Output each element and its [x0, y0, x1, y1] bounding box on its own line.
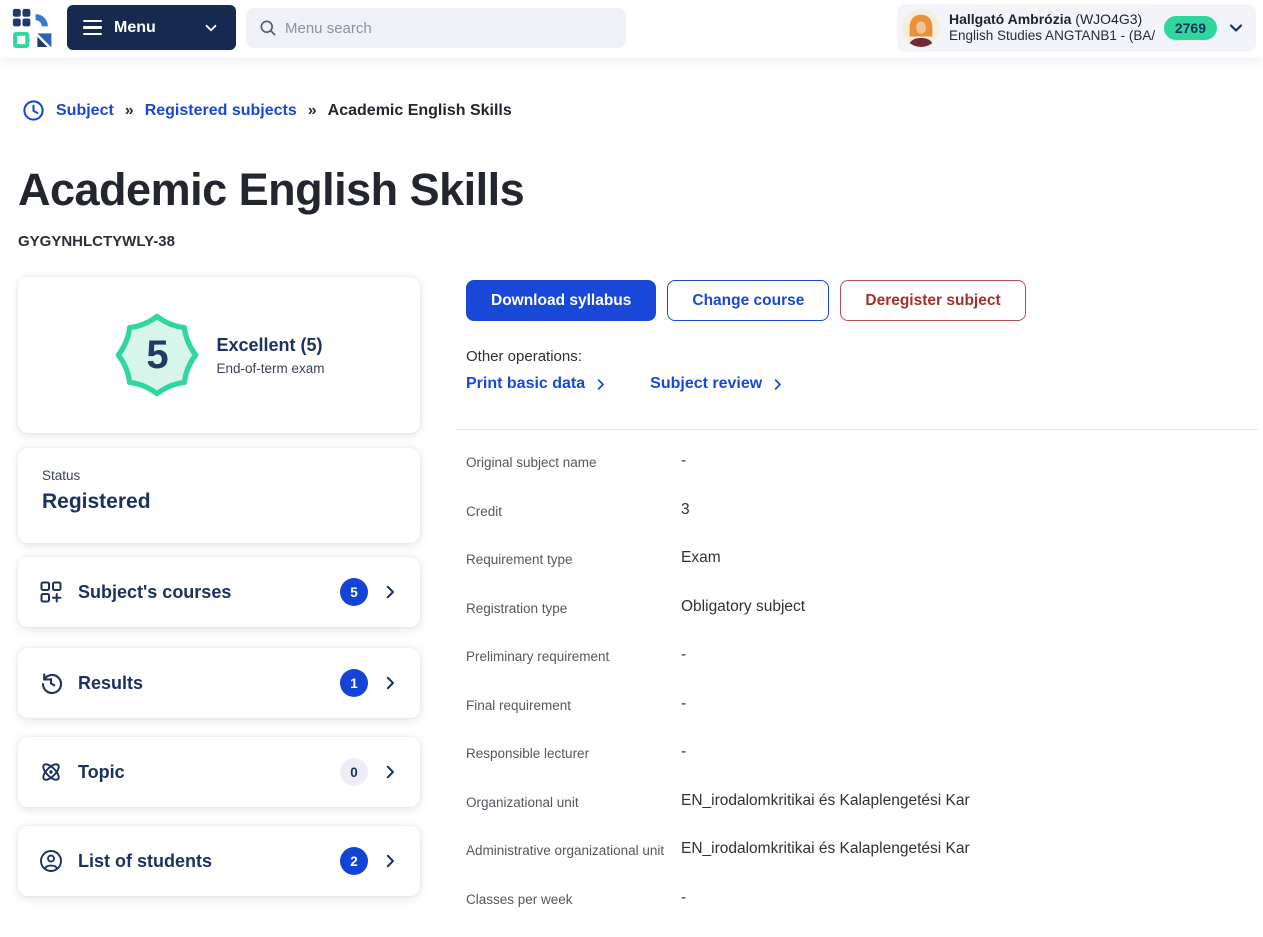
chevron-down-icon	[202, 19, 220, 37]
grid-plus-icon	[39, 580, 63, 604]
detail-value: -	[681, 452, 1258, 472]
status-card: Status Registered	[18, 448, 420, 543]
chevron-right-icon	[381, 763, 399, 781]
grade-text: Excellent (5) End-of-term exam	[216, 335, 324, 376]
sidebar-item-topic[interactable]: Topic 0	[18, 737, 420, 807]
sidebar-item-subjects-courses[interactable]: Subject's courses 5	[18, 557, 420, 627]
detail-row: Responsible lecturer -	[466, 743, 1258, 763]
history-icon	[39, 671, 63, 695]
link-label: Subject review	[650, 375, 762, 393]
menu-button-label: Menu	[114, 19, 156, 37]
breadcrumb-separator: »	[308, 102, 317, 120]
atom-icon	[39, 760, 63, 784]
grade-seal: 5	[113, 311, 201, 399]
detail-row: Administrative organizational unit EN_ir…	[466, 840, 1258, 860]
detail-label: Credit	[466, 501, 681, 521]
detail-value: Obligatory subject	[681, 598, 1258, 618]
sidebar: 5 Excellent (5) End-of-term exam Status …	[18, 277, 420, 896]
user-info: Hallgató Ambrózia (WJO4G3) English Studi…	[949, 11, 1155, 45]
detail-row: Credit 3	[466, 501, 1258, 521]
user-menu[interactable]: Hallgató Ambrózia (WJO4G3) English Studi…	[897, 4, 1256, 52]
grade-label: Excellent (5)	[216, 335, 324, 356]
status-badge: Registered	[42, 490, 396, 514]
user-code: (WJO4G3)	[1075, 11, 1142, 27]
sidebar-item-results[interactable]: Results 1	[18, 648, 420, 718]
search-input[interactable]	[285, 20, 614, 37]
sidebar-item-list-of-students[interactable]: List of students 2	[18, 826, 420, 896]
status-label: Status	[42, 468, 396, 483]
top-bar: Menu Hallgató Ambrózia (WJO4G3) English …	[0, 0, 1263, 58]
subject-code: GYGYNHLCTYWLY-38	[18, 233, 175, 250]
user-name: Hallgató Ambrózia	[949, 11, 1071, 27]
chevron-right-icon	[381, 674, 399, 692]
page-title: Academic English Skills	[18, 164, 524, 216]
chevron-right-icon	[381, 583, 399, 601]
link-label: Print basic data	[466, 375, 585, 393]
grade-value: 5	[113, 311, 201, 399]
clock-icon	[22, 99, 45, 122]
neptun-logo-icon	[12, 8, 54, 50]
subject-review-link[interactable]: Subject review	[650, 375, 785, 393]
hamburger-icon	[83, 20, 102, 35]
avatar	[902, 9, 940, 47]
detail-value: EN_irodalomkritikai és Kalaplengetési Ka…	[681, 840, 1258, 860]
detail-value: -	[681, 646, 1258, 666]
sidebar-item-label: Subject's courses	[78, 582, 231, 603]
user-program: English Studies ANGTANB1 - (BA/BS...	[949, 28, 1155, 45]
breadcrumb-registered-subjects[interactable]: Registered subjects	[145, 102, 297, 120]
detail-label: Preliminary requirement	[466, 646, 681, 666]
grade-card: 5 Excellent (5) End-of-term exam	[18, 277, 420, 433]
detail-value: Exam	[681, 549, 1258, 569]
chevron-down-icon	[1226, 18, 1246, 38]
detail-label: Requirement type	[466, 549, 681, 569]
chevron-right-icon	[770, 377, 785, 392]
operation-links: Print basic data Subject review	[466, 375, 785, 393]
detail-label: Organizational unit	[466, 792, 681, 812]
detail-value: -	[681, 743, 1258, 763]
print-basic-data-link[interactable]: Print basic data	[466, 375, 608, 393]
action-buttons: Download syllabus Change course Deregist…	[466, 280, 1026, 321]
detail-value: EN_irodalomkritikai és Kalaplengetési Ka…	[681, 792, 1258, 812]
detail-label: Final requirement	[466, 695, 681, 715]
breadcrumb-separator: »	[125, 102, 134, 120]
grade-sublabel: End-of-term exam	[216, 361, 324, 376]
breadcrumb-subject[interactable]: Subject	[56, 102, 114, 120]
deregister-subject-button[interactable]: Deregister subject	[840, 280, 1025, 321]
menu-button[interactable]: Menu	[67, 5, 236, 50]
section-divider	[455, 429, 1258, 430]
detail-row: Final requirement -	[466, 695, 1258, 715]
breadcrumb: Subject » Registered subjects » Academic…	[22, 99, 512, 122]
detail-row: Organizational unit EN_irodalomkritikai …	[466, 792, 1258, 812]
person-circle-icon	[39, 849, 63, 873]
detail-row: Registration type Obligatory subject	[466, 598, 1258, 618]
detail-value: 3	[681, 501, 1258, 521]
sidebar-item-label: Topic	[78, 762, 125, 783]
download-syllabus-button[interactable]: Download syllabus	[466, 280, 656, 321]
count-badge: 0	[340, 758, 368, 786]
change-course-button[interactable]: Change course	[667, 280, 829, 321]
search-icon	[258, 18, 278, 38]
other-operations-label: Other operations:	[466, 348, 582, 365]
subject-details: Original subject name - Credit 3 Require…	[466, 452, 1258, 937]
sidebar-item-label: Results	[78, 673, 143, 694]
breadcrumb-current: Academic English Skills	[328, 102, 512, 120]
detail-label: Original subject name	[466, 452, 681, 472]
detail-row: Original subject name -	[466, 452, 1258, 472]
detail-row: Preliminary requirement -	[466, 646, 1258, 666]
count-badge: 2	[340, 847, 368, 875]
count-badge: 5	[340, 578, 368, 606]
detail-value: -	[681, 695, 1258, 715]
chevron-right-icon	[593, 377, 608, 392]
detail-row: Requirement type Exam	[466, 549, 1258, 569]
detail-label: Administrative organizational unit	[466, 840, 681, 860]
count-badge: 1	[340, 669, 368, 697]
chevron-right-icon	[381, 852, 399, 870]
detail-label: Responsible lecturer	[466, 743, 681, 763]
sidebar-item-label: List of students	[78, 851, 212, 872]
detail-label: Registration type	[466, 598, 681, 618]
menu-search[interactable]	[246, 8, 626, 48]
notification-count-badge: 2769	[1164, 16, 1217, 40]
